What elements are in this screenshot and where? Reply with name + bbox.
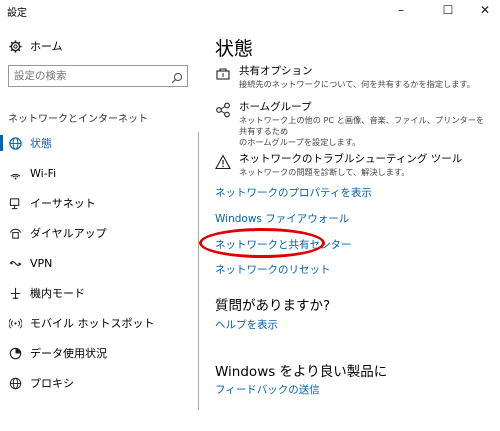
wifi-icon (8, 166, 22, 180)
nav-item-data-usage[interactable]: データ使用状況 (0, 338, 198, 368)
nav-item-vpn[interactable]: VPN (0, 248, 198, 278)
dialup-icon (8, 226, 22, 240)
nav-item-label: 機内モード (30, 287, 85, 300)
minimize-button[interactable]: – (381, 0, 421, 22)
maximize-button[interactable]: ☐ (428, 0, 468, 22)
homegroup-title: ホームグループ (239, 101, 312, 113)
troubleshooter-desc: ネットワークの問題を診断して、解決します。 (239, 167, 410, 177)
airplane-icon (8, 286, 22, 300)
homegroup-icon (215, 102, 233, 120)
data-usage-icon (8, 346, 22, 360)
nav-item-label: プロキシ (30, 377, 74, 390)
page-title: 状態 (215, 38, 254, 60)
nav-item-label: 状態 (30, 137, 52, 150)
search-box[interactable] (8, 65, 188, 87)
windows-firewall-link[interactable]: Windows ファイアウォール (215, 211, 349, 226)
nav-item-label: データ使用状況 (30, 347, 107, 360)
title-bar: 設定 – ☐ ✕ (0, 0, 500, 22)
sidebar: ホーム ネットワークとインターネット 状態 Wi-Fi イーサネット (0, 22, 198, 431)
search-icon[interactable] (171, 69, 183, 84)
send-feedback-link[interactable]: フィードバックの送信 (215, 382, 320, 397)
troubleshooter-title: ネットワークのトラブルシューティング ツール (239, 153, 463, 165)
questions-heading: 質問がありますか? (215, 298, 331, 314)
sharing-options[interactable]: 共有オプション 接続先のネットワークについて、何を共有するかを指定します。 (215, 64, 490, 90)
homegroup-desc-line2: のホームグループを設定します。 (239, 137, 361, 147)
window-title: 設定 (7, 8, 27, 19)
nav-item-wifi[interactable]: Wi-Fi (0, 158, 198, 188)
section-header: ネットワークとインターネット (8, 114, 148, 125)
nav-item-proxy[interactable]: プロキシ (0, 368, 198, 398)
nav-item-airplane[interactable]: 機内モード (0, 278, 198, 308)
nav-item-hotspot[interactable]: モバイル ホットスポット (0, 308, 198, 338)
nav-item-label: ダイヤルアップ (30, 227, 107, 240)
main-content: 状態 共有オプション 接続先のネットワークについて、何を共有するかを指定します。… (199, 22, 495, 431)
hotspot-icon (8, 316, 22, 330)
nav-item-status[interactable]: 状態 (0, 128, 198, 158)
search-input[interactable] (9, 66, 164, 86)
close-button[interactable]: ✕ (465, 0, 500, 22)
nav-item-dialup[interactable]: ダイヤルアップ (0, 218, 198, 248)
network-properties-link[interactable]: ネットワークのプロパティを表示 (215, 185, 372, 200)
nav-item-label: VPN (30, 256, 53, 270)
homegroup-desc-line1: ネットワーク上の他の PC と画像、音楽、ファイル、プリンターを共有するため (239, 115, 485, 136)
troubleshooter-option[interactable]: ネットワークのトラブルシューティング ツール ネットワークの問題を診断して、解決… (215, 152, 490, 178)
nav-item-label: Wi-Fi (30, 166, 57, 180)
sharing-icon (215, 66, 233, 84)
sharing-options-desc: 接続先のネットワークについて、何を共有するかを指定します。 (239, 79, 475, 89)
ethernet-icon (8, 196, 22, 210)
pane-divider (198, 132, 199, 410)
proxy-icon (8, 376, 22, 390)
nav-item-label: モバイル ホットスポット (30, 317, 155, 330)
get-help-link[interactable]: ヘルプを表示 (215, 317, 278, 332)
warning-icon (215, 154, 233, 172)
homegroup-option[interactable]: ホームグループ ネットワーク上の他の PC と画像、音楽、ファイル、プリンターを… (215, 100, 490, 148)
vpn-icon (8, 256, 22, 270)
network-reset-link[interactable]: ネットワークのリセット (215, 262, 331, 277)
improve-windows-heading: Windows をより良い製品に (215, 364, 388, 380)
nav-home-label: ホーム (30, 40, 63, 53)
gear-icon (8, 39, 22, 53)
nav-item-label: イーサネット (30, 197, 96, 210)
nav-home[interactable]: ホーム (8, 36, 193, 56)
network-sharing-center-link[interactable]: ネットワークと共有センター (215, 237, 352, 252)
network-status-icon (8, 136, 22, 150)
sharing-options-title: 共有オプション (239, 65, 313, 77)
nav-list: 状態 Wi-Fi イーサネット ダイヤルアップ VPN 機内モード モバイル ホ… (0, 128, 198, 398)
nav-item-ethernet[interactable]: イーサネット (0, 188, 198, 218)
